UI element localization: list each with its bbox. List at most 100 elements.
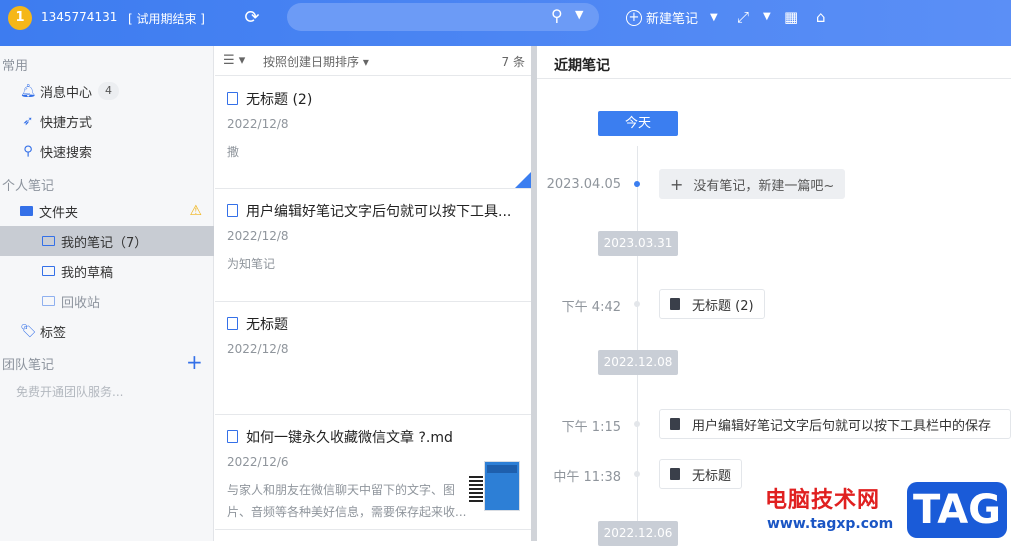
timeline-dot	[634, 181, 640, 187]
date-divider: 2022.12.06	[598, 521, 678, 546]
sidebar-item-my-drafts[interactable]: 我的草稿	[0, 256, 214, 286]
sort-dropdown[interactable]: 按照创建日期排序 ▾	[263, 53, 369, 70]
note-icon	[227, 204, 238, 217]
note-snippet: 撒	[227, 145, 240, 159]
sidebar-item-label: 我的草稿	[61, 265, 114, 281]
sidebar-item-tags[interactable]: 🏷︎ 标签	[0, 316, 214, 346]
list-view-icon[interactable]: ☰ ▾	[223, 53, 245, 68]
timeline-time: 下午 4:42	[561, 300, 621, 315]
page-title: 近期笔记	[554, 58, 610, 74]
note-date: 2022/12/6	[227, 455, 289, 469]
message-count-badge: 4	[98, 82, 120, 100]
list-header: ☰ ▾ 按照创建日期排序 ▾ 7 条	[215, 46, 531, 76]
list-item[interactable]: 如何一键永久收藏微信文章 ?.md 2022/12/6 与家人和朋友在微信聊天中…	[215, 415, 531, 530]
sidebar-item-recycle[interactable]: 回收站	[0, 286, 214, 316]
watermark: 电脑技术网 www.tagxp.com TAG	[765, 482, 1011, 541]
list-item[interactable]: 用户编辑好笔记文字后句就可以按下工具... 2022/12/8 为知笔记	[215, 189, 531, 302]
plus-icon: +	[670, 174, 684, 194]
note-snippet: 与家人和朋友在微信聊天中留下的文字、图片、音频等各种美好信息，需要保存起来收..…	[227, 483, 467, 519]
sort-label: 按照创建日期排序	[263, 55, 360, 69]
folder-icon	[42, 236, 55, 246]
timeline-time: 2023.04.05	[546, 177, 621, 192]
note-card[interactable]: 用户编辑好笔记文字后句就可以按下工具栏中的保存	[659, 409, 1011, 439]
folder-icon	[42, 296, 55, 306]
note-icon	[227, 317, 238, 330]
warning-icon[interactable]: ⚠	[189, 203, 202, 219]
add-team-icon[interactable]: +	[186, 350, 203, 374]
expand-icon[interactable]: ⤢	[737, 8, 749, 26]
note-card[interactable]: 无标题	[659, 459, 743, 489]
resize-corner-icon[interactable]	[515, 172, 531, 188]
date-divider: 2023.03.31	[598, 231, 678, 256]
trial-status[interactable]: [ 试用期结束 ]	[128, 10, 205, 27]
watermark-url: www.tagxp.com	[767, 516, 894, 532]
chevron-down-icon[interactable]: ▼	[763, 8, 771, 26]
free-team-link[interactable]: 免费开通团队服务...	[16, 383, 123, 400]
sidebar-item-shortcuts[interactable]: ➶ 快捷方式	[0, 106, 214, 136]
card-label: 无标题 (2)	[692, 298, 754, 314]
plus-circle-icon: +	[626, 9, 642, 26]
timeline-line	[637, 146, 638, 541]
avatar[interactable]: 1	[8, 6, 32, 30]
note-title: 无标题	[246, 317, 288, 333]
note-snippet: 为知笔记	[227, 257, 276, 271]
timeline-dot	[634, 301, 640, 307]
home-icon[interactable]: ⌂	[816, 8, 826, 26]
new-note-card[interactable]: + 没有笔记，新建一篇吧~	[659, 169, 846, 199]
folder-icon	[42, 266, 55, 276]
note-card[interactable]: 无标题 (2)	[659, 289, 765, 319]
note-date: 2022/12/8	[227, 342, 289, 356]
sync-icon[interactable]: ⟳	[241, 7, 263, 29]
watermark-tag-logo: TAG	[907, 482, 1007, 538]
note-thumbnail	[469, 461, 520, 511]
new-note-button[interactable]: + 新建笔记 ▼	[626, 8, 718, 27]
sidebar-item-quick-search[interactable]: ⚲ 快速搜索	[0, 136, 214, 166]
card-label: 没有笔记，新建一篇吧~	[693, 178, 835, 194]
new-note-label: 新建笔记	[646, 12, 699, 27]
recent-notes-panel: 近期笔记 今天 2023.04.05 + 没有笔记，新建一篇吧~ 2023.03…	[537, 46, 1011, 546]
panel-header: 近期笔记	[537, 46, 1011, 79]
timeline-dot	[634, 421, 640, 427]
chevron-down-icon[interactable]: ▼	[575, 8, 583, 21]
sidebar-item-label: 标签	[40, 325, 67, 341]
grid-icon[interactable]: ▦	[784, 8, 798, 26]
search-box[interactable]: ⚲ ▼	[287, 3, 599, 31]
sidebar-item-label: 快速搜索	[40, 145, 93, 161]
timeline-time: 中午 11:38	[553, 470, 621, 485]
search-icon[interactable]: ⚲	[551, 6, 563, 25]
note-date: 2022/12/8	[227, 229, 289, 243]
note-list: ☰ ▾ 按照创建日期排序 ▾ 7 条 无标题 (2) 2022/12/8 撒 用…	[215, 46, 531, 541]
sidebar-item-my-notes[interactable]: 我的笔记（7）	[0, 226, 214, 256]
sidebar-item-label: 快捷方式	[40, 115, 93, 131]
note-title: 用户编辑好笔记文字后句就可以按下工具...	[246, 204, 512, 220]
list-item[interactable]: 无标题 2022/12/8	[215, 302, 531, 415]
sidebar-item-folders[interactable]: 文件夹 ⚠	[0, 196, 214, 226]
top-bar: 1 1345774131 [ 试用期结束 ] ⟳ ⚲ ▼ + 新建笔记 ▼ ⤢ …	[0, 0, 1011, 46]
note-icon	[670, 418, 680, 430]
note-title: 无标题 (2)	[246, 92, 313, 108]
timeline-time: 下午 1:15	[561, 420, 621, 435]
note-title: 如何一键永久收藏微信文章 ?.md	[246, 430, 453, 446]
section-common: 常用	[2, 59, 29, 74]
folder-icon	[20, 206, 33, 216]
search-icon: ⚲	[23, 143, 33, 159]
note-icon	[227, 92, 238, 105]
card-label: 无标题	[692, 468, 732, 484]
bell-icon: 🔔︎	[20, 83, 37, 99]
note-icon	[227, 430, 238, 443]
timeline-dot	[634, 471, 640, 477]
chevron-down-icon[interactable]: ▼	[710, 12, 718, 23]
note-date: 2022/12/8	[227, 117, 289, 131]
today-button[interactable]: 今天	[598, 111, 678, 136]
watermark-site-name: 电脑技术网	[765, 488, 881, 513]
sidebar-item-label: 消息中心	[40, 85, 93, 101]
rocket-icon: ➶	[22, 113, 34, 129]
date-divider: 2022.12.08	[598, 350, 678, 375]
list-item[interactable]: 无标题 (2) 2022/12/8 撒	[215, 77, 531, 189]
account-name[interactable]: 1345774131	[41, 10, 117, 24]
note-icon	[670, 468, 680, 480]
card-label: 用户编辑好笔记文字后句就可以按下工具栏中的保存	[692, 418, 992, 434]
sidebar-item-message-center[interactable]: 🔔︎ 消息中心 4	[0, 76, 214, 106]
section-personal: 个人笔记	[2, 179, 55, 194]
sidebar: 常用 🔔︎ 消息中心 4 ➶ 快捷方式 ⚲ 快速搜索 个人笔记 文件夹 ⚠ 我的…	[0, 46, 214, 541]
